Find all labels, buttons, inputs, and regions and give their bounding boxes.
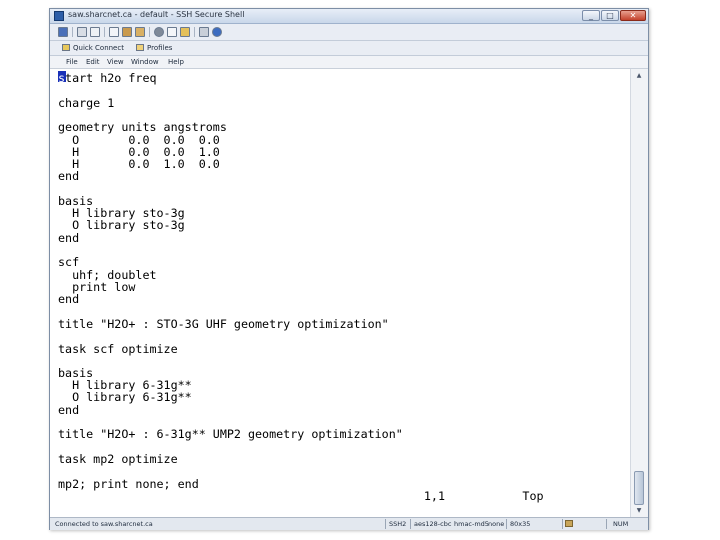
toolbar xyxy=(50,24,648,41)
find-icon[interactable] xyxy=(154,27,164,37)
compression-status: none xyxy=(488,520,505,528)
menu-edit[interactable]: Edit xyxy=(86,58,100,66)
terminal-line: task mp2 optimize xyxy=(58,452,178,466)
terminal-line: H 0.0 1.0 0.0 xyxy=(58,157,220,171)
settings-icon[interactable] xyxy=(199,27,209,37)
title-bar[interactable]: saw.sharcnet.ca - default - SSH Secure S… xyxy=(50,9,648,24)
print-preview-icon[interactable] xyxy=(90,27,100,37)
vertical-scrollbar[interactable]: ▲ ▼ xyxy=(630,69,648,517)
lock-icon xyxy=(565,520,573,527)
status-separator xyxy=(506,519,507,529)
status-separator xyxy=(562,519,563,529)
quick-connect-icon xyxy=(62,44,70,51)
status-bar: Connected to saw.sharcnet.ca SSH2 aes128… xyxy=(50,517,648,530)
toolbar-separator xyxy=(194,27,195,37)
num-lock-indicator: NUM xyxy=(613,520,629,528)
status-separator xyxy=(606,519,607,529)
terminal-line: O library 6-31g** xyxy=(58,390,192,404)
terminal-size-status: 80x35 xyxy=(510,520,531,528)
ssh-client-window: saw.sharcnet.ca - default - SSH Secure S… xyxy=(49,8,649,530)
paste-alt-icon[interactable] xyxy=(135,27,145,37)
toolbar-separator xyxy=(149,27,150,37)
new-terminal-icon[interactable] xyxy=(167,27,177,37)
protocol-status: SSH2 xyxy=(389,520,407,528)
window-title: saw.sharcnet.ca - default - SSH Secure S… xyxy=(68,10,245,19)
scrollbar-thumb[interactable] xyxy=(634,471,644,505)
terminal-line: scf xyxy=(58,255,80,269)
terminal-line: geometry units angstroms xyxy=(58,120,227,134)
status-separator xyxy=(410,519,411,529)
new-file-transfer-icon[interactable] xyxy=(180,27,190,37)
menu-bar: File Edit View Window Help xyxy=(50,56,648,69)
mac-status: hmac-md5 xyxy=(454,520,489,528)
copy-icon[interactable] xyxy=(109,27,119,37)
save-icon[interactable] xyxy=(58,27,68,37)
app-icon[interactable] xyxy=(54,11,64,21)
terminal-line: end xyxy=(58,169,80,183)
help-icon[interactable] xyxy=(212,27,222,37)
close-button[interactable]: ✕ xyxy=(620,10,646,21)
terminal-line: end xyxy=(58,231,80,245)
menu-help[interactable]: Help xyxy=(168,58,184,66)
terminal-status-line: 1,1 Top xyxy=(58,489,544,503)
terminal-line: task scf optimize xyxy=(58,342,178,356)
toolbar-separator xyxy=(104,27,105,37)
terminal-line: charge 1 xyxy=(58,96,115,110)
print-icon[interactable] xyxy=(77,27,87,37)
quick-connect-label: Quick Connect xyxy=(73,44,124,52)
connection-status: Connected to saw.sharcnet.ca xyxy=(55,520,153,528)
terminal-line: title "H2O+ : STO-3G UHF geometry optimi… xyxy=(58,317,389,331)
status-separator xyxy=(385,519,386,529)
toolbar-separator xyxy=(72,27,73,37)
terminal-line: end xyxy=(58,292,80,306)
cipher-status: aes128-cbc xyxy=(414,520,452,528)
terminal-line: O library sto-3g xyxy=(58,218,185,232)
menu-view[interactable]: View xyxy=(107,58,124,66)
profiles-button[interactable]: Profiles xyxy=(136,44,172,52)
terminal-line: title "H2O+ : 6-31g** UMP2 geometry opti… xyxy=(58,427,403,441)
menu-file[interactable]: File xyxy=(66,58,78,66)
quick-connect-button[interactable]: Quick Connect xyxy=(62,44,124,52)
minimize-button[interactable]: _ xyxy=(582,10,600,21)
maximize-button[interactable]: □ xyxy=(601,10,619,21)
scroll-down-arrow-icon[interactable]: ▼ xyxy=(633,506,645,515)
profiles-label: Profiles xyxy=(147,44,173,52)
paste-icon[interactable] xyxy=(122,27,132,37)
terminal-line: start h2o freq xyxy=(58,71,157,85)
menu-window[interactable]: Window xyxy=(131,58,159,66)
profile-bar: Quick Connect Profiles xyxy=(50,41,648,56)
terminal-line: end xyxy=(58,403,80,417)
scroll-up-arrow-icon[interactable]: ▲ xyxy=(633,71,645,80)
cursor-character: s xyxy=(58,71,66,85)
profiles-folder-icon xyxy=(136,44,144,51)
terminal-area[interactable]: start h2o freq charge 1 geometry units a… xyxy=(50,69,630,517)
